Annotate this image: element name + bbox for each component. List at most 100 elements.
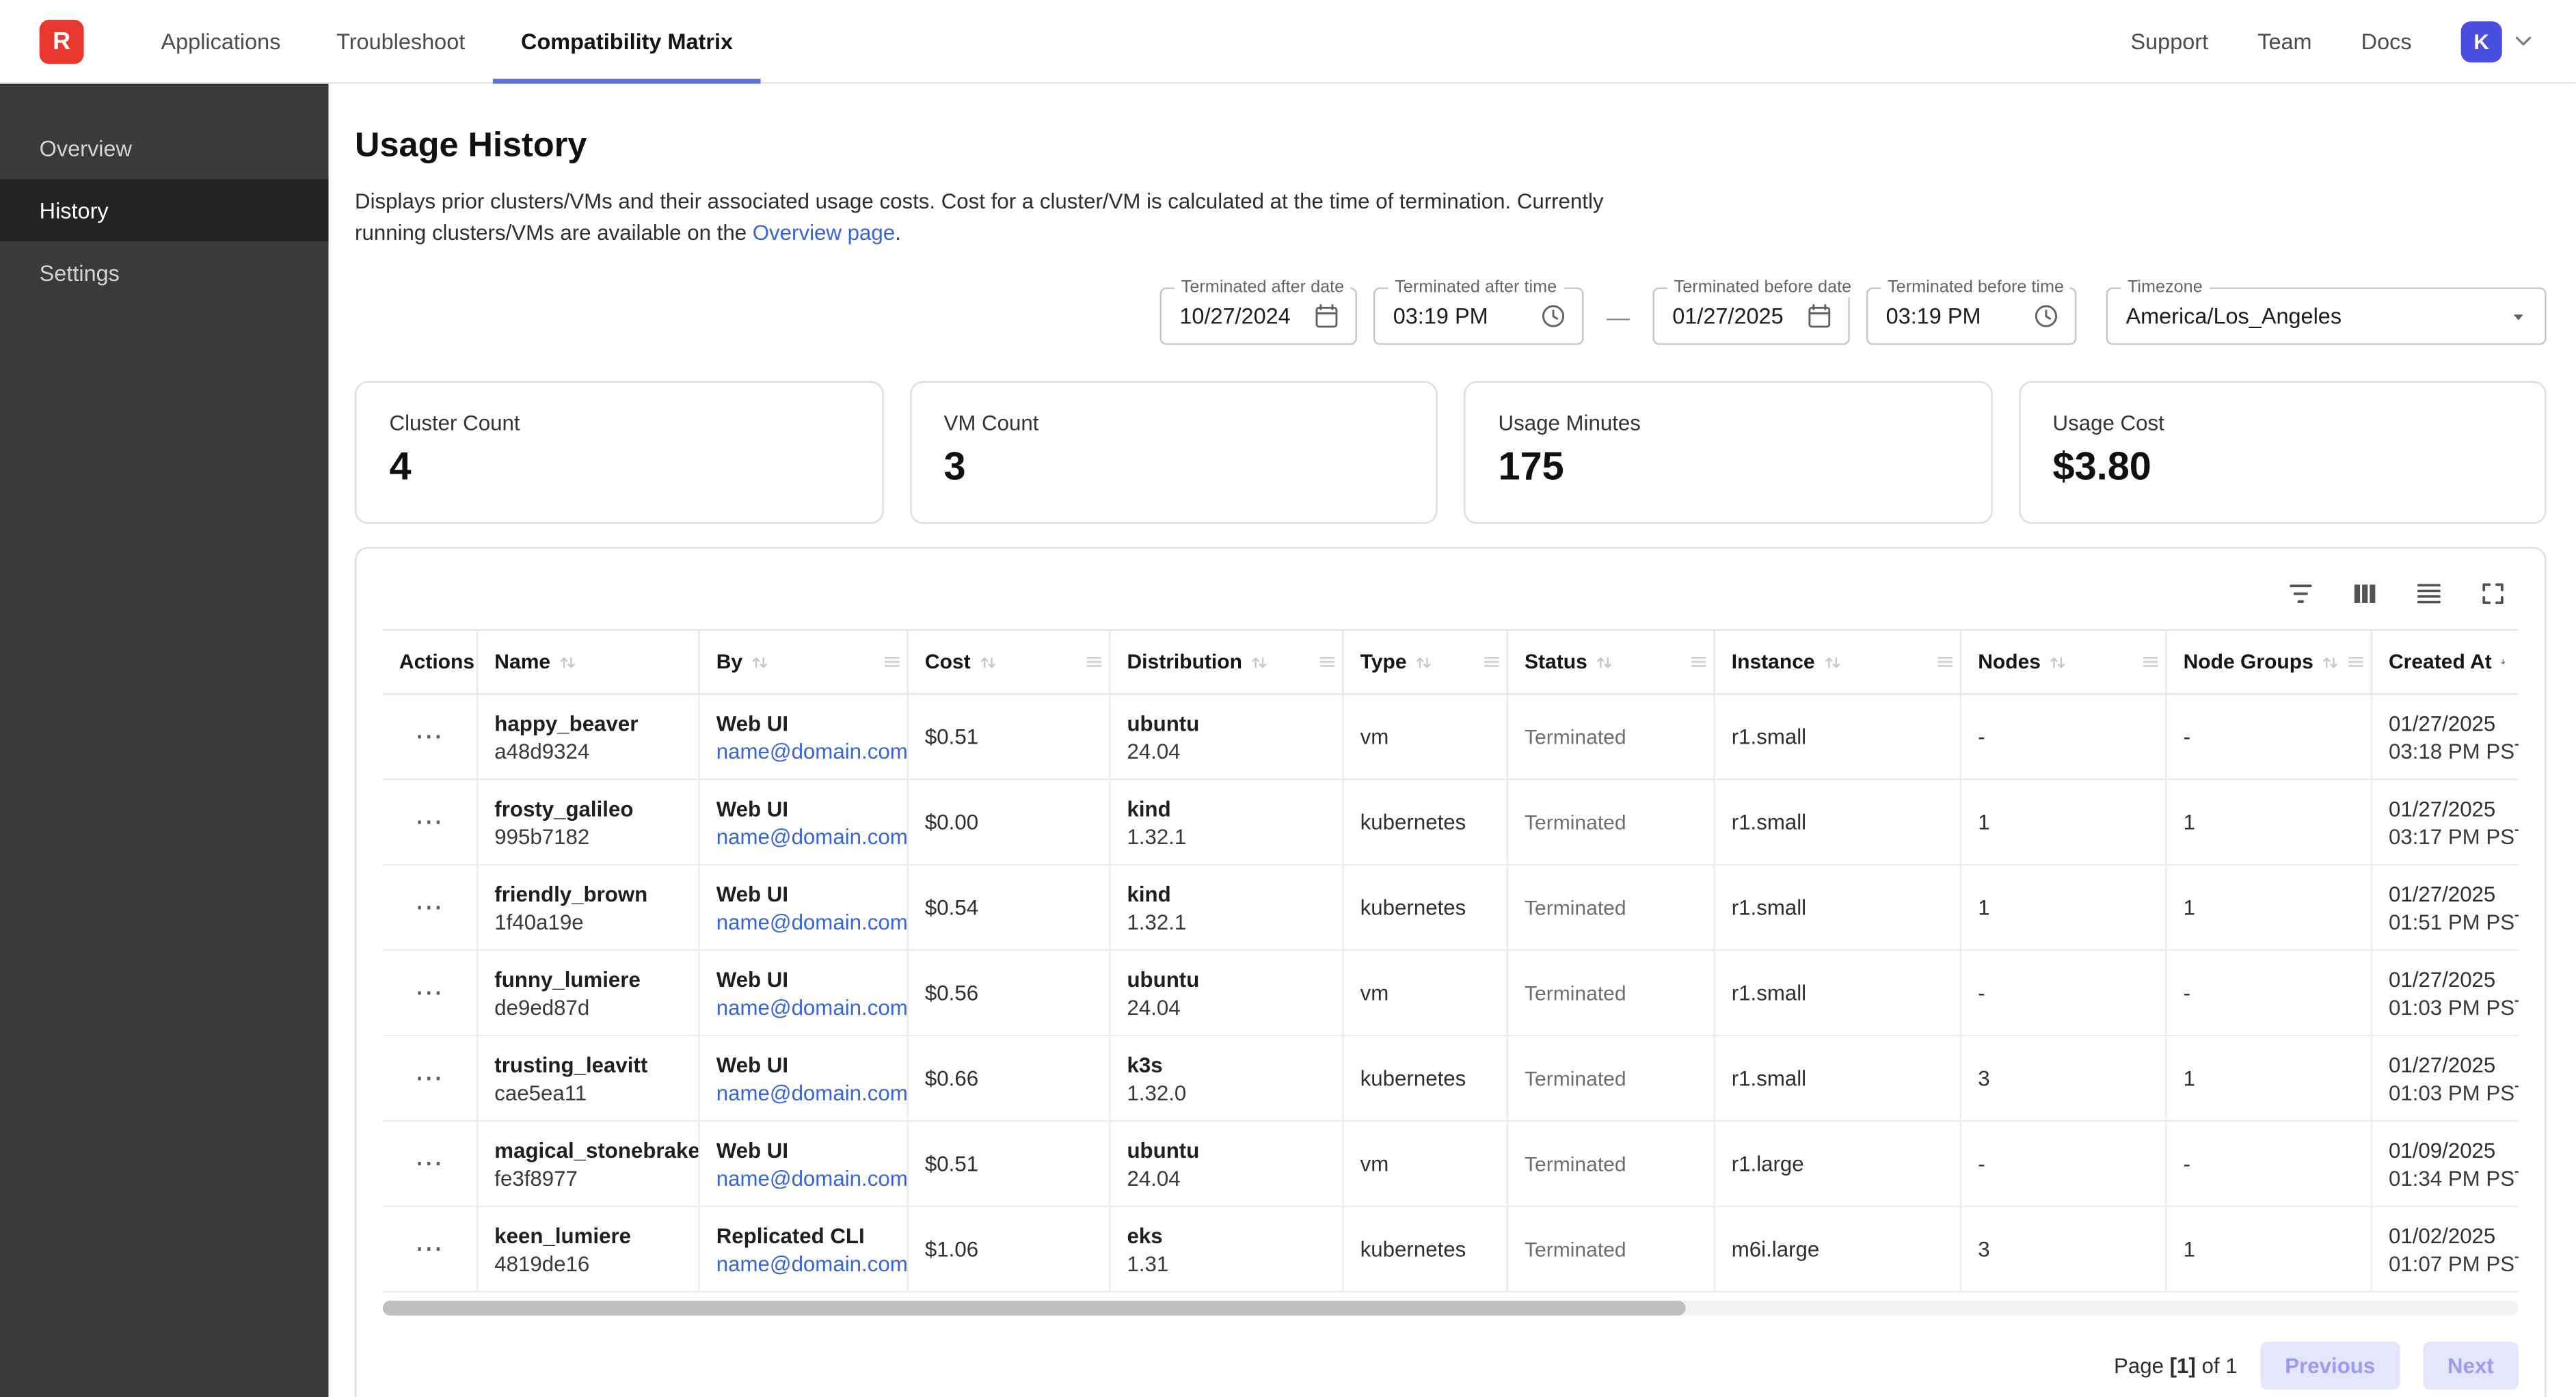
table-row[interactable]: ⋯friendly_brown1f40a19eWeb UIname@domain… [383, 865, 2519, 951]
scrollbar-thumb[interactable] [383, 1301, 1686, 1316]
column-menu-icon[interactable] [882, 652, 902, 672]
row-actions-button[interactable]: ⋯ [408, 1228, 451, 1269]
density-button[interactable] [2404, 571, 2454, 616]
table-row[interactable]: ⋯frosty_galileo995b7182Web UIname@domain… [383, 780, 2519, 865]
fullscreen-button[interactable] [2467, 571, 2518, 616]
clock-icon[interactable] [1540, 302, 1568, 330]
nav-docs[interactable]: Docs [2361, 29, 2412, 53]
cell-type: kubernetes [1344, 865, 1508, 949]
terminated-after-time-input[interactable]: Terminated after time 03:19 PM [1373, 288, 1584, 345]
density-icon [2413, 578, 2445, 610]
terminated-after-date-input[interactable]: Terminated after date 10/27/2024 [1160, 288, 1357, 345]
column-menu-icon[interactable] [1935, 652, 1955, 672]
column-header-status[interactable]: Status [1508, 631, 1715, 693]
previous-page-button[interactable]: Previous [2260, 1342, 2400, 1389]
nav-team[interactable]: Team [2257, 29, 2311, 53]
cell-node-groups: - [2167, 694, 2372, 778]
sidebar-item-history[interactable]: History [0, 179, 329, 241]
creator-email-link[interactable]: name@domain.com [716, 908, 908, 936]
stat-value: 4 [390, 445, 849, 491]
row-actions-button[interactable]: ⋯ [408, 973, 451, 1014]
columns-button[interactable] [2339, 571, 2390, 616]
column-header-name[interactable]: Name [478, 631, 699, 693]
cell-nodes: - [1961, 951, 2166, 1035]
overview-page-link[interactable]: Overview page [753, 220, 895, 245]
column-header-actions[interactable]: Actions [383, 631, 478, 693]
row-actions-button[interactable]: ⋯ [408, 887, 451, 928]
table-body: ⋯happy_beavera48d9324Web UIname@domain.c… [383, 694, 2519, 1292]
column-menu-icon[interactable] [1482, 652, 1502, 672]
column-header-node-groups[interactable]: Node Groups [2167, 631, 2372, 693]
terminated-before-date-input[interactable]: Terminated before date 01/27/2025 [1652, 288, 1849, 345]
table-row[interactable]: ⋯magical_stonebrakerfe3f8977Web UIname@d… [383, 1122, 2519, 1207]
cell-name: keen_lumiere4819de16 [478, 1207, 699, 1291]
row-actions-button[interactable]: ⋯ [408, 1143, 451, 1184]
creator-email-link[interactable]: name@domain.com [716, 1079, 908, 1107]
column-menu-icon[interactable] [1317, 652, 1337, 672]
timezone-select[interactable]: Timezone America/Los_Angeles [2106, 288, 2547, 345]
column-header-instance[interactable]: Instance [1715, 631, 1961, 693]
terminated-before-time-input[interactable]: Terminated before time 03:19 PM [1866, 288, 2077, 345]
cell-distribution: kind1.32.1 [1110, 865, 1343, 949]
dropdown-arrow-icon [2507, 305, 2530, 328]
nav-troubleshoot[interactable]: Troubleshoot [308, 0, 493, 83]
column-menu-icon[interactable] [2141, 652, 2160, 672]
cell-by: Web UIname@domain.com [700, 694, 909, 778]
cell-type: kubernetes [1344, 1036, 1508, 1120]
row-actions-button[interactable]: ⋯ [408, 802, 451, 843]
user-menu[interactable]: K [2461, 21, 2537, 62]
sidebar-item-overview[interactable]: Overview [0, 117, 329, 179]
nav-right: Support Team Docs K [2131, 21, 2537, 62]
cell-node-groups: 1 [2167, 780, 2372, 864]
row-actions-button[interactable]: ⋯ [408, 716, 451, 757]
clock-icon[interactable] [2032, 302, 2061, 330]
cell-cost: $0.54 [909, 865, 1111, 949]
columns-icon [2349, 578, 2380, 610]
nav-compatibility-matrix[interactable]: Compatibility Matrix [493, 0, 761, 83]
creator-email-link[interactable]: name@domain.com [716, 822, 908, 850]
sidebar-item-settings[interactable]: Settings [0, 241, 329, 303]
cell-actions: ⋯ [383, 865, 478, 949]
cell-type: vm [1344, 1122, 1508, 1206]
stat-card-usage-cost: Usage Cost $3.80 [2018, 381, 2547, 524]
creator-email-link[interactable]: name@domain.com [716, 1164, 908, 1192]
next-page-button[interactable]: Next [2423, 1342, 2519, 1389]
calendar-icon[interactable] [1806, 302, 1834, 330]
stat-card-vm-count: VM Count 3 [909, 381, 1438, 524]
filter-button[interactable] [2275, 571, 2326, 616]
app-root: R Applications Troubleshoot Compatibilit… [0, 0, 2576, 1397]
column-header-cost[interactable]: Cost [909, 631, 1111, 693]
table-row[interactable]: ⋯happy_beavera48d9324Web UIname@domain.c… [383, 694, 2519, 780]
sort-icon [977, 651, 998, 673]
column-header-created-at[interactable]: Created At [2372, 631, 2519, 693]
brand-logo[interactable]: R [40, 19, 84, 64]
row-actions-button[interactable]: ⋯ [408, 1058, 451, 1099]
column-header-distribution[interactable]: Distribution [1110, 631, 1343, 693]
cell-node-groups: 1 [2167, 1207, 2372, 1291]
cell-cost: $1.06 [909, 1207, 1111, 1291]
stat-value: 3 [944, 445, 1404, 491]
table-row[interactable]: ⋯trusting_leavittcae5ea11Web UIname@doma… [383, 1036, 2519, 1122]
creator-email-link[interactable]: name@domain.com [716, 737, 908, 765]
column-header-type[interactable]: Type [1344, 631, 1508, 693]
column-header-by[interactable]: By [700, 631, 909, 693]
cell-created-at: 01/09/202501:34 PM PST [2372, 1122, 2519, 1206]
nav-support[interactable]: Support [2131, 29, 2209, 53]
cell-name: friendly_brown1f40a19e [478, 865, 699, 949]
cell-name: trusting_leavittcae5ea11 [478, 1036, 699, 1120]
calendar-icon[interactable] [1313, 302, 1341, 330]
creator-email-link[interactable]: name@domain.com [716, 1249, 908, 1277]
horizontal-scrollbar[interactable] [383, 1301, 2519, 1316]
cell-actions: ⋯ [383, 780, 478, 864]
column-menu-icon[interactable] [1084, 652, 1104, 672]
column-menu-icon[interactable] [2346, 652, 2365, 672]
nav-applications[interactable]: Applications [133, 0, 309, 83]
cell-type: vm [1344, 951, 1508, 1035]
column-menu-icon[interactable] [1689, 652, 1708, 672]
table-row[interactable]: ⋯funny_lumierede9ed87dWeb UIname@domain.… [383, 951, 2519, 1036]
table-row[interactable]: ⋯keen_lumiere4819de16Replicated CLIname@… [383, 1207, 2519, 1292]
creator-email-link[interactable]: name@domain.com [716, 993, 908, 1021]
cell-node-groups: 1 [2167, 1036, 2372, 1120]
column-header-nodes[interactable]: Nodes [1961, 631, 2166, 693]
cell-type: kubernetes [1344, 780, 1508, 864]
